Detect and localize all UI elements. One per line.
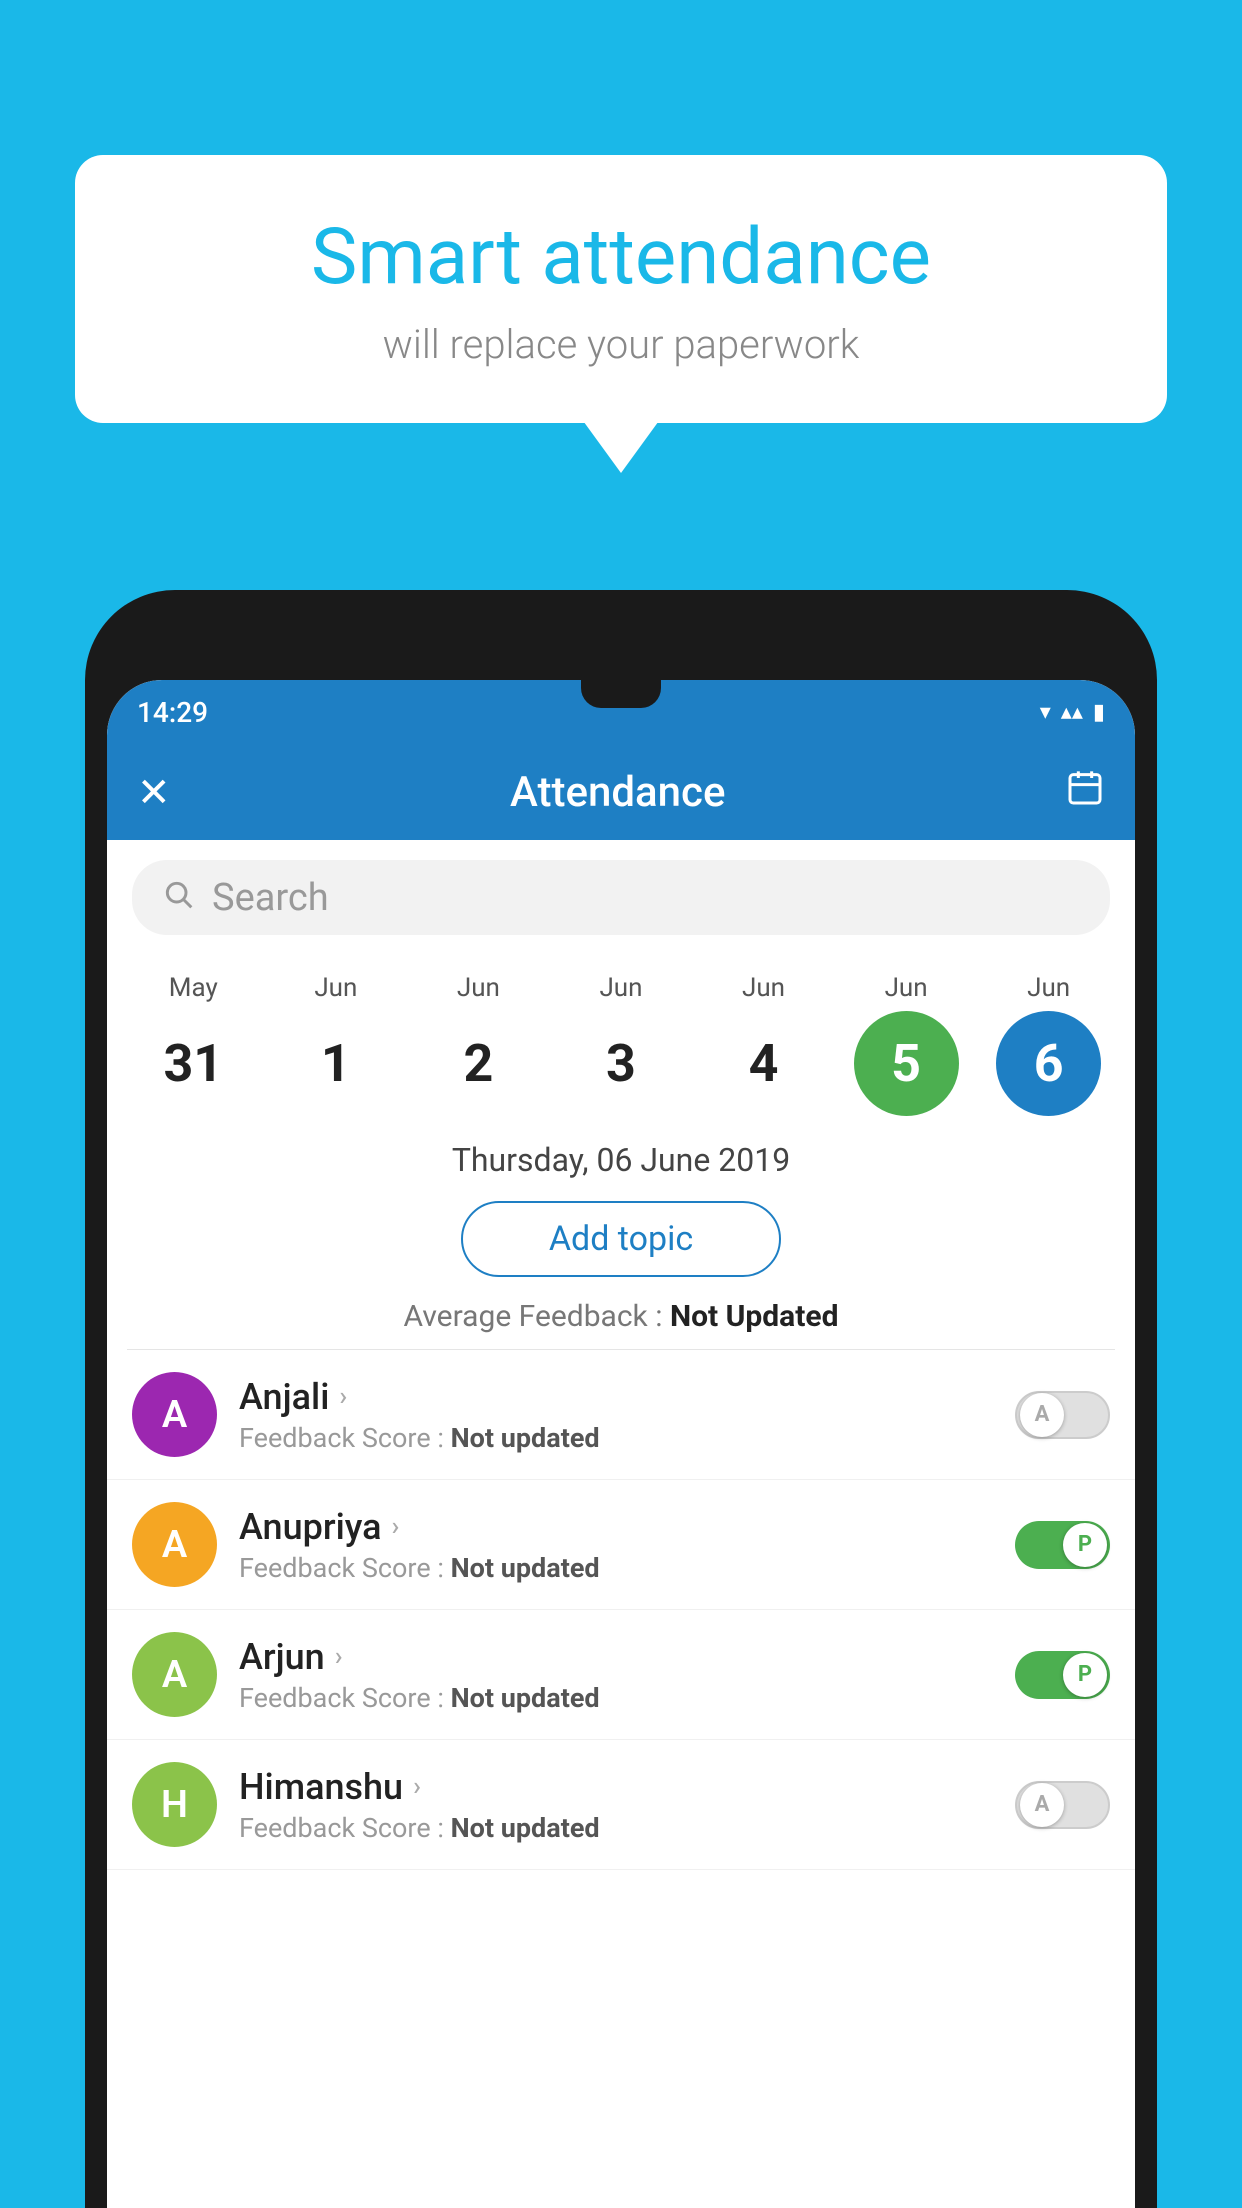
cal-date-number[interactable]: 5 [854,1011,959,1116]
student-avatar: A [132,1502,217,1587]
student-feedback: Feedback Score : Not updated [239,1552,1015,1584]
student-avatar: H [132,1762,217,1847]
calendar-icon[interactable] [1065,768,1105,817]
student-name: Anjali › [239,1376,1015,1418]
student-info: Arjun › Feedback Score : Not updated [217,1636,1015,1714]
calendar-day[interactable]: May 31 [133,973,253,1116]
cal-month-label: May [169,973,218,1003]
feedback-summary-value: Not Updated [670,1299,839,1334]
search-bar[interactable]: Search [132,860,1110,935]
wifi-icon: ▾ [1040,700,1051,725]
cal-date-number[interactable]: 6 [996,1011,1101,1116]
chevron-right-icon: › [339,1382,347,1412]
attendance-toggle[interactable]: P [1015,1651,1110,1699]
phone-frame: 14:29 ▾ ▴▴ ▮ ✕ Attendance [85,590,1157,2208]
cal-month-label: Jun [314,973,357,1003]
student-name: Arjun › [239,1636,1015,1678]
status-time: 14:29 [137,696,208,729]
calendar-day[interactable]: Jun 5 [846,973,966,1116]
student-name: Himanshu › [239,1766,1015,1808]
student-info: Himanshu › Feedback Score : Not updated [217,1766,1015,1844]
cal-month-label: Jun [1027,973,1070,1003]
calendar-strip: May 31 Jun 1 Jun 2 Jun 3 Jun 4 Jun 5 Jun 6 [107,955,1135,1121]
cal-month-label: Jun [885,973,928,1003]
attendance-toggle[interactable]: A [1015,1781,1110,1829]
selected-date-label: Thursday, 06 June 2019 [107,1121,1135,1189]
close-button[interactable]: ✕ [137,769,171,816]
attendance-toggle[interactable]: A [1015,1391,1110,1439]
students-list: AAnjali ›Feedback Score : Not updatedAAA… [107,1350,1135,1870]
cal-date-number[interactable]: 3 [568,1011,673,1116]
cal-date-number[interactable]: 1 [283,1011,388,1116]
student-row[interactable]: AAnjali ›Feedback Score : Not updatedA [107,1350,1135,1480]
search-input[interactable]: Search [212,876,329,920]
student-name: Anupriya › [239,1506,1015,1548]
student-info: Anjali › Feedback Score : Not updated [217,1376,1015,1454]
student-row[interactable]: A Anupriya › Feedback Score : Not updated P [107,1480,1135,1610]
feedback-summary: Average Feedback : Not Updated [107,1289,1135,1349]
cal-month-label: Jun [599,973,642,1003]
app-header: ✕ Attendance [107,745,1135,840]
phone-screen: 14:29 ▾ ▴▴ ▮ ✕ Attendance [107,680,1135,2208]
status-icons: ▾ ▴▴ ▮ [1040,700,1105,725]
header-title: Attendance [510,768,725,817]
toggle-knob: A [1020,1393,1064,1437]
chevron-right-icon: › [413,1772,421,1802]
cal-date-number[interactable]: 4 [711,1011,816,1116]
cal-month-label: Jun [457,973,500,1003]
phone-notch [581,680,661,708]
student-info: Anupriya › Feedback Score : Not updated [217,1506,1015,1584]
toggle-knob: P [1063,1653,1107,1697]
student-row[interactable]: H Himanshu › Feedback Score : Not updatedA [107,1740,1135,1870]
calendar-day[interactable]: Jun 3 [561,973,681,1116]
speech-bubble-title: Smart attendance [155,215,1087,301]
attendance-toggle[interactable]: P [1015,1521,1110,1569]
calendar-day[interactable]: Jun 1 [276,973,396,1116]
cal-date-number[interactable]: 31 [141,1011,246,1116]
speech-bubble-subtitle: will replace your paperwork [155,321,1087,368]
calendar-day[interactable]: Jun 6 [989,973,1109,1116]
toggle-knob: P [1063,1523,1107,1567]
cal-date-number[interactable]: 2 [426,1011,531,1116]
toggle-knob: A [1020,1783,1064,1827]
signal-icon: ▴▴ [1061,700,1083,725]
add-topic-button[interactable]: Add topic [461,1201,781,1277]
battery-icon: ▮ [1093,700,1105,725]
student-feedback: Feedback Score : Not updated [239,1682,1015,1714]
student-feedback: Feedback Score : Not updated [239,1812,1015,1844]
student-feedback: Feedback Score : Not updated [239,1422,1015,1454]
background: Smart attendance will replace your paper… [0,0,1242,2208]
chevron-right-icon: › [335,1642,343,1672]
student-row[interactable]: A Arjun › Feedback Score : Not updated P [107,1610,1135,1740]
chevron-right-icon: › [392,1512,400,1542]
cal-month-label: Jun [742,973,785,1003]
speech-bubble: Smart attendance will replace your paper… [75,155,1167,423]
student-avatar: A [132,1372,217,1457]
feedback-summary-label: Average Feedback : [404,1299,663,1334]
calendar-day[interactable]: Jun 4 [704,973,824,1116]
calendar-day[interactable]: Jun 2 [418,973,538,1116]
search-icon [162,878,194,918]
student-avatar: A [132,1632,217,1717]
